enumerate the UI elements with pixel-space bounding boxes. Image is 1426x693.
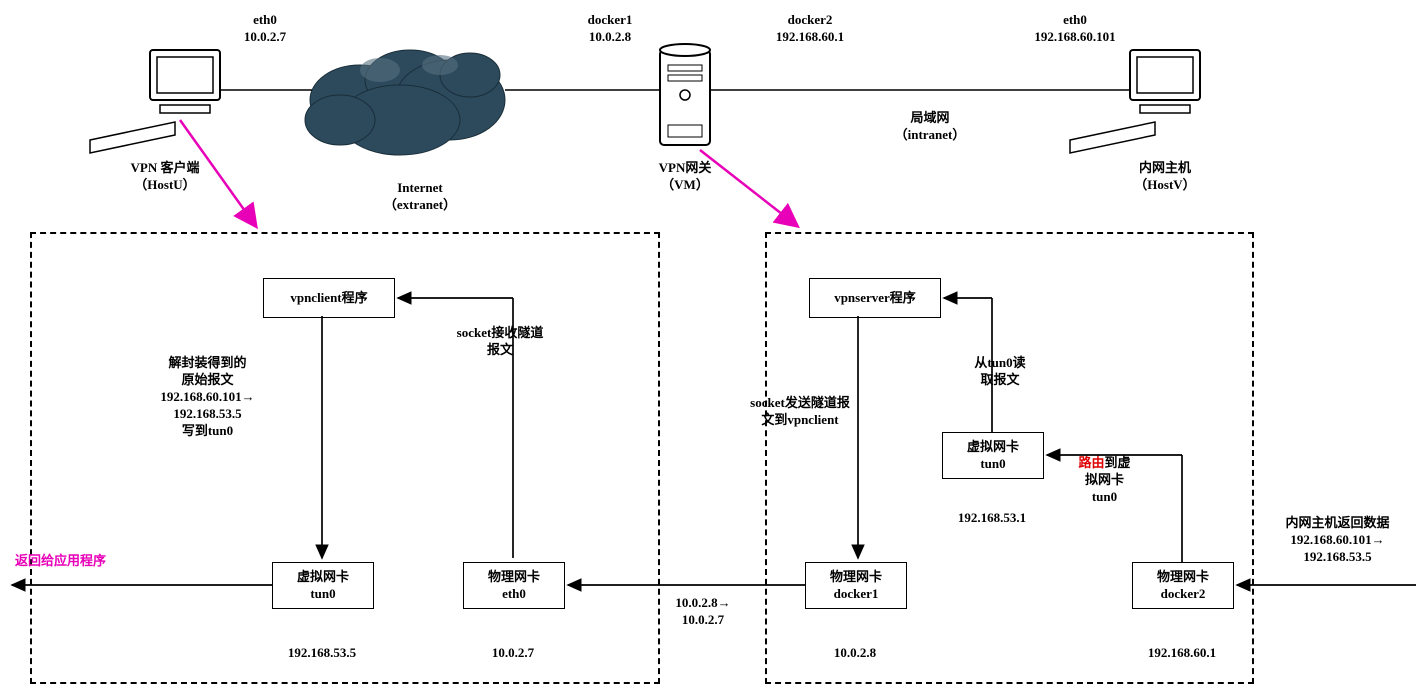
right-d2-box: 物理网卡docker2	[1132, 562, 1234, 609]
sockrecv-label: socket接收隧道报文	[435, 325, 565, 359]
right-d1-ip: 10.0.2.8	[805, 645, 905, 662]
hostu-if-label: eth010.0.2.7	[225, 12, 305, 46]
right-tun-box: 虚拟网卡tun0	[942, 432, 1044, 479]
gw-name-label: VPN网关（VM）	[640, 160, 730, 194]
vpnserver-proc-box: vpnserver程序	[809, 278, 941, 318]
hostu-name-label: VPN 客户端（HostU）	[105, 160, 225, 194]
vpnclient-proc-box: vpnclient程序	[263, 278, 395, 318]
mid-link-label: 10.0.2.8→10.0.2.7	[658, 595, 748, 629]
hostv-if-label: eth0192.168.60.101	[1015, 12, 1135, 46]
left-eth-box: 物理网卡eth0	[463, 562, 565, 609]
left-tun-box: 虚拟网卡tun0	[272, 562, 374, 609]
left-tun-ip: 192.168.53.5	[272, 645, 372, 662]
incoming-label: 内网主机返回数据 192.168.60.101→ 192.168.53.5	[1260, 515, 1415, 566]
left-eth-ip: 10.0.2.7	[463, 645, 563, 662]
socksend-label: socket发送隧道报文到vpnclient	[735, 395, 865, 429]
intranet-label: 局域网（intranet）	[870, 110, 990, 144]
diagram-canvas: eth010.0.2.7 VPN 客户端（HostU） Internet（ext…	[0, 0, 1426, 693]
route-label: 路由到虚 拟网卡 tun0	[1062, 455, 1147, 506]
right-d1-box: 物理网卡docker1	[805, 562, 907, 609]
readtun-label: 从tun0读取报文	[955, 355, 1045, 389]
hostv-name-label: 内网主机（HostV）	[1115, 160, 1215, 194]
internet-label: Internet（extranet）	[370, 180, 470, 214]
right-tun-ip: 192.168.53.1	[942, 510, 1042, 527]
unpack-label: 解封装得到的 原始报文 192.168.60.101→ 192.168.53.5…	[140, 355, 275, 439]
gw-docker1-label: docker110.0.2.8	[570, 12, 650, 46]
gw-docker2-label: docker2192.168.60.1	[760, 12, 860, 46]
right-d2-ip: 192.168.60.1	[1122, 645, 1242, 662]
return-app-label: 返回给应用程序	[15, 553, 145, 570]
